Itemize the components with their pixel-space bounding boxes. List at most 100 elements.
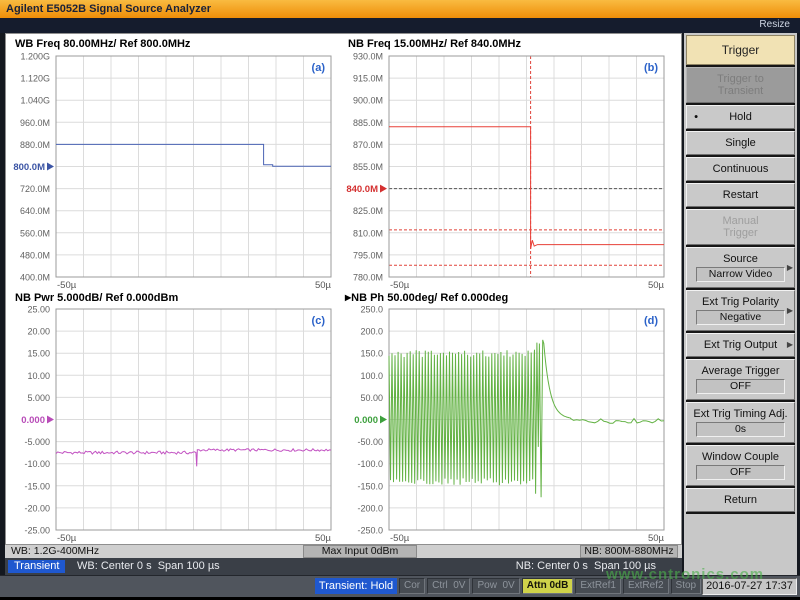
svg-text:25.00: 25.00: [27, 305, 50, 315]
softkey-label: Hold: [689, 111, 792, 123]
softkey-label: Transient: [689, 85, 792, 97]
softkey-label: Continuous: [689, 163, 792, 175]
panel-c-title: NB Pwr 5.000dB/ Ref 0.000dBm: [15, 292, 178, 304]
svg-text:-20.00: -20.00: [24, 503, 50, 513]
svg-text:915.0M: 915.0M: [353, 74, 383, 84]
indicator-cor: Cor: [399, 578, 425, 594]
softkey-ext-trig-output[interactable]: Ext Trig Output▶: [686, 333, 795, 357]
svg-text:880.0M: 880.0M: [20, 140, 50, 150]
svg-text:-50µ: -50µ: [390, 533, 410, 544]
softkey-ext-trig-timing-adj[interactable]: Ext Trig Timing Adj.0s: [686, 402, 795, 443]
svg-text:930.0M: 930.0M: [353, 52, 383, 62]
softkey-trigger-to-transient: Trigger toTransient: [686, 67, 795, 103]
indicator-stop: Stop: [671, 578, 702, 594]
panel-c-chart: 25.0020.0015.0010.005.0000.000-5.000-10.…: [9, 304, 343, 546]
softkey-label: Ext Trig Polarity: [689, 296, 792, 308]
softkey-average-trigger[interactable]: Average TriggerOFF: [686, 359, 795, 400]
svg-text:-15.00: -15.00: [24, 481, 50, 491]
softkey-window-couple[interactable]: Window Couple OFF: [686, 445, 795, 486]
submenu-arrow-icon: ▶: [787, 306, 793, 315]
wb-sweep-readout: WB: Center 0 s Span 100 µs: [77, 560, 220, 572]
softkey-label: Manual: [689, 215, 792, 227]
panel-a-title-text: WB Freq 80.00MHz/ Ref 800.0MHz: [15, 38, 190, 50]
svg-text:20.00: 20.00: [27, 327, 50, 337]
softkey-ext-trig-polarity[interactable]: Ext Trig PolarityNegative▶: [686, 290, 795, 331]
svg-text:50µ: 50µ: [315, 280, 332, 291]
indicator-ctrl-0v: Ctrl 0V: [427, 578, 470, 594]
plot-area: WB Freq 80.00MHz/ Ref 800.0MHz NB Freq 1…: [5, 33, 682, 545]
trigger-mode-readout: Transient: Hold: [315, 578, 397, 594]
nb-sweep-readout: NB: Center 0 s Span 100 µs: [516, 560, 656, 572]
selected-dot-icon: ●: [694, 114, 698, 121]
indicator-pow-0v: Pow 0V: [472, 578, 519, 594]
softkey-hold[interactable]: Hold●: [686, 105, 795, 129]
indicator-group: CorCtrl 0VPow 0VAttn 0dBExtRef1ExtRef2St…: [399, 578, 730, 594]
softkey-label: Source: [689, 253, 792, 265]
nb-range-readout: NB: 800M-880MHz: [580, 545, 678, 558]
svg-text:780.0M: 780.0M: [353, 273, 383, 283]
softkey-column: Trigger Trigger toTransientHold●SingleCo…: [686, 35, 795, 514]
svg-text:-25.00: -25.00: [24, 526, 50, 536]
svg-text:800.0M: 800.0M: [13, 162, 45, 173]
svg-text:50µ: 50µ: [648, 533, 665, 544]
svg-text:795.0M: 795.0M: [353, 250, 383, 260]
svg-text:(a): (a): [312, 62, 326, 74]
svg-text:810.0M: 810.0M: [353, 228, 383, 238]
softkey-restart[interactable]: Restart: [686, 183, 795, 207]
svg-text:0.000: 0.000: [354, 415, 378, 426]
panel-d-title: ▶NB Ph 50.00deg/ Ref 0.000deg: [345, 292, 508, 304]
svg-text:-5.000: -5.000: [24, 437, 50, 447]
softkey-window-couple-value: OFF: [696, 465, 785, 480]
svg-text:560.0M: 560.0M: [20, 228, 50, 238]
softkey-label: Return: [689, 494, 792, 506]
panel-a-title: WB Freq 80.00MHz/ Ref 800.0MHz: [15, 38, 190, 50]
softkey-label: Window Couple: [689, 451, 792, 463]
svg-text:(b): (b): [644, 62, 658, 74]
svg-text:5.000: 5.000: [27, 393, 50, 403]
svg-text:-10.00: -10.00: [24, 459, 50, 469]
svg-text:250.0: 250.0: [360, 305, 383, 315]
svg-text:-250.0: -250.0: [357, 526, 383, 536]
softkey-source[interactable]: SourceNarrow Video▶: [686, 247, 795, 288]
svg-text:1.120G: 1.120G: [20, 74, 50, 84]
softkey-manual-trigger: ManualTrigger: [686, 209, 795, 245]
resize-button[interactable]: Resize: [759, 19, 790, 30]
svg-text:870.0M: 870.0M: [353, 140, 383, 150]
svg-text:200.0: 200.0: [360, 327, 383, 337]
transient-tab[interactable]: Transient: [8, 560, 65, 573]
max-input-readout: Max Input 0dBm: [303, 545, 417, 558]
softkey-sidebar: Trigger Trigger toTransientHold●SingleCo…: [684, 33, 800, 575]
softkey-continuous[interactable]: Continuous: [686, 157, 795, 181]
softkey-label: Single: [689, 137, 792, 149]
svg-text:-50.00: -50.00: [357, 437, 383, 447]
softkey-single[interactable]: Single: [686, 131, 795, 155]
svg-text:(c): (c): [312, 315, 326, 327]
softkey-label: Trigger: [689, 227, 792, 239]
svg-text:-150.0: -150.0: [357, 481, 383, 491]
datetime-readout: 2016-07-27 17:37: [702, 578, 797, 595]
panel-d-chart: 250.0200.0150.0100.050.000.000-50.00-100…: [342, 304, 676, 546]
svg-text:0.000: 0.000: [21, 415, 45, 426]
svg-text:1.200G: 1.200G: [20, 52, 50, 62]
svg-text:-50µ: -50µ: [57, 533, 77, 544]
softkey-return[interactable]: Return: [686, 488, 795, 512]
svg-text:825.0M: 825.0M: [353, 206, 383, 216]
svg-text:900.0M: 900.0M: [353, 96, 383, 106]
svg-text:150.0: 150.0: [360, 349, 383, 359]
softkey-label: Trigger to: [689, 73, 792, 85]
sweep-status-bar: Transient WB: Center 0 s Span 100 µs NB:…: [5, 558, 682, 575]
svg-text:640.0M: 640.0M: [20, 206, 50, 216]
softkey-label: Average Trigger: [689, 365, 792, 377]
menu-bar: Resize: [0, 18, 800, 33]
window-title: Agilent E5052B Signal Source Analyzer: [0, 3, 211, 15]
svg-text:(d): (d): [644, 315, 658, 327]
svg-text:-50µ: -50µ: [390, 280, 410, 291]
range-status-bar: WB: 1.2G-400MHz Max Input 0dBm NB: 800M-…: [5, 545, 682, 558]
svg-text:-100.0: -100.0: [357, 459, 383, 469]
softkey-label: Restart: [689, 189, 792, 201]
svg-text:480.0M: 480.0M: [20, 250, 50, 260]
svg-text:855.0M: 855.0M: [353, 162, 383, 172]
svg-text:840.0M: 840.0M: [346, 184, 378, 195]
svg-text:50µ: 50µ: [648, 280, 665, 291]
svg-text:885.0M: 885.0M: [353, 118, 383, 128]
